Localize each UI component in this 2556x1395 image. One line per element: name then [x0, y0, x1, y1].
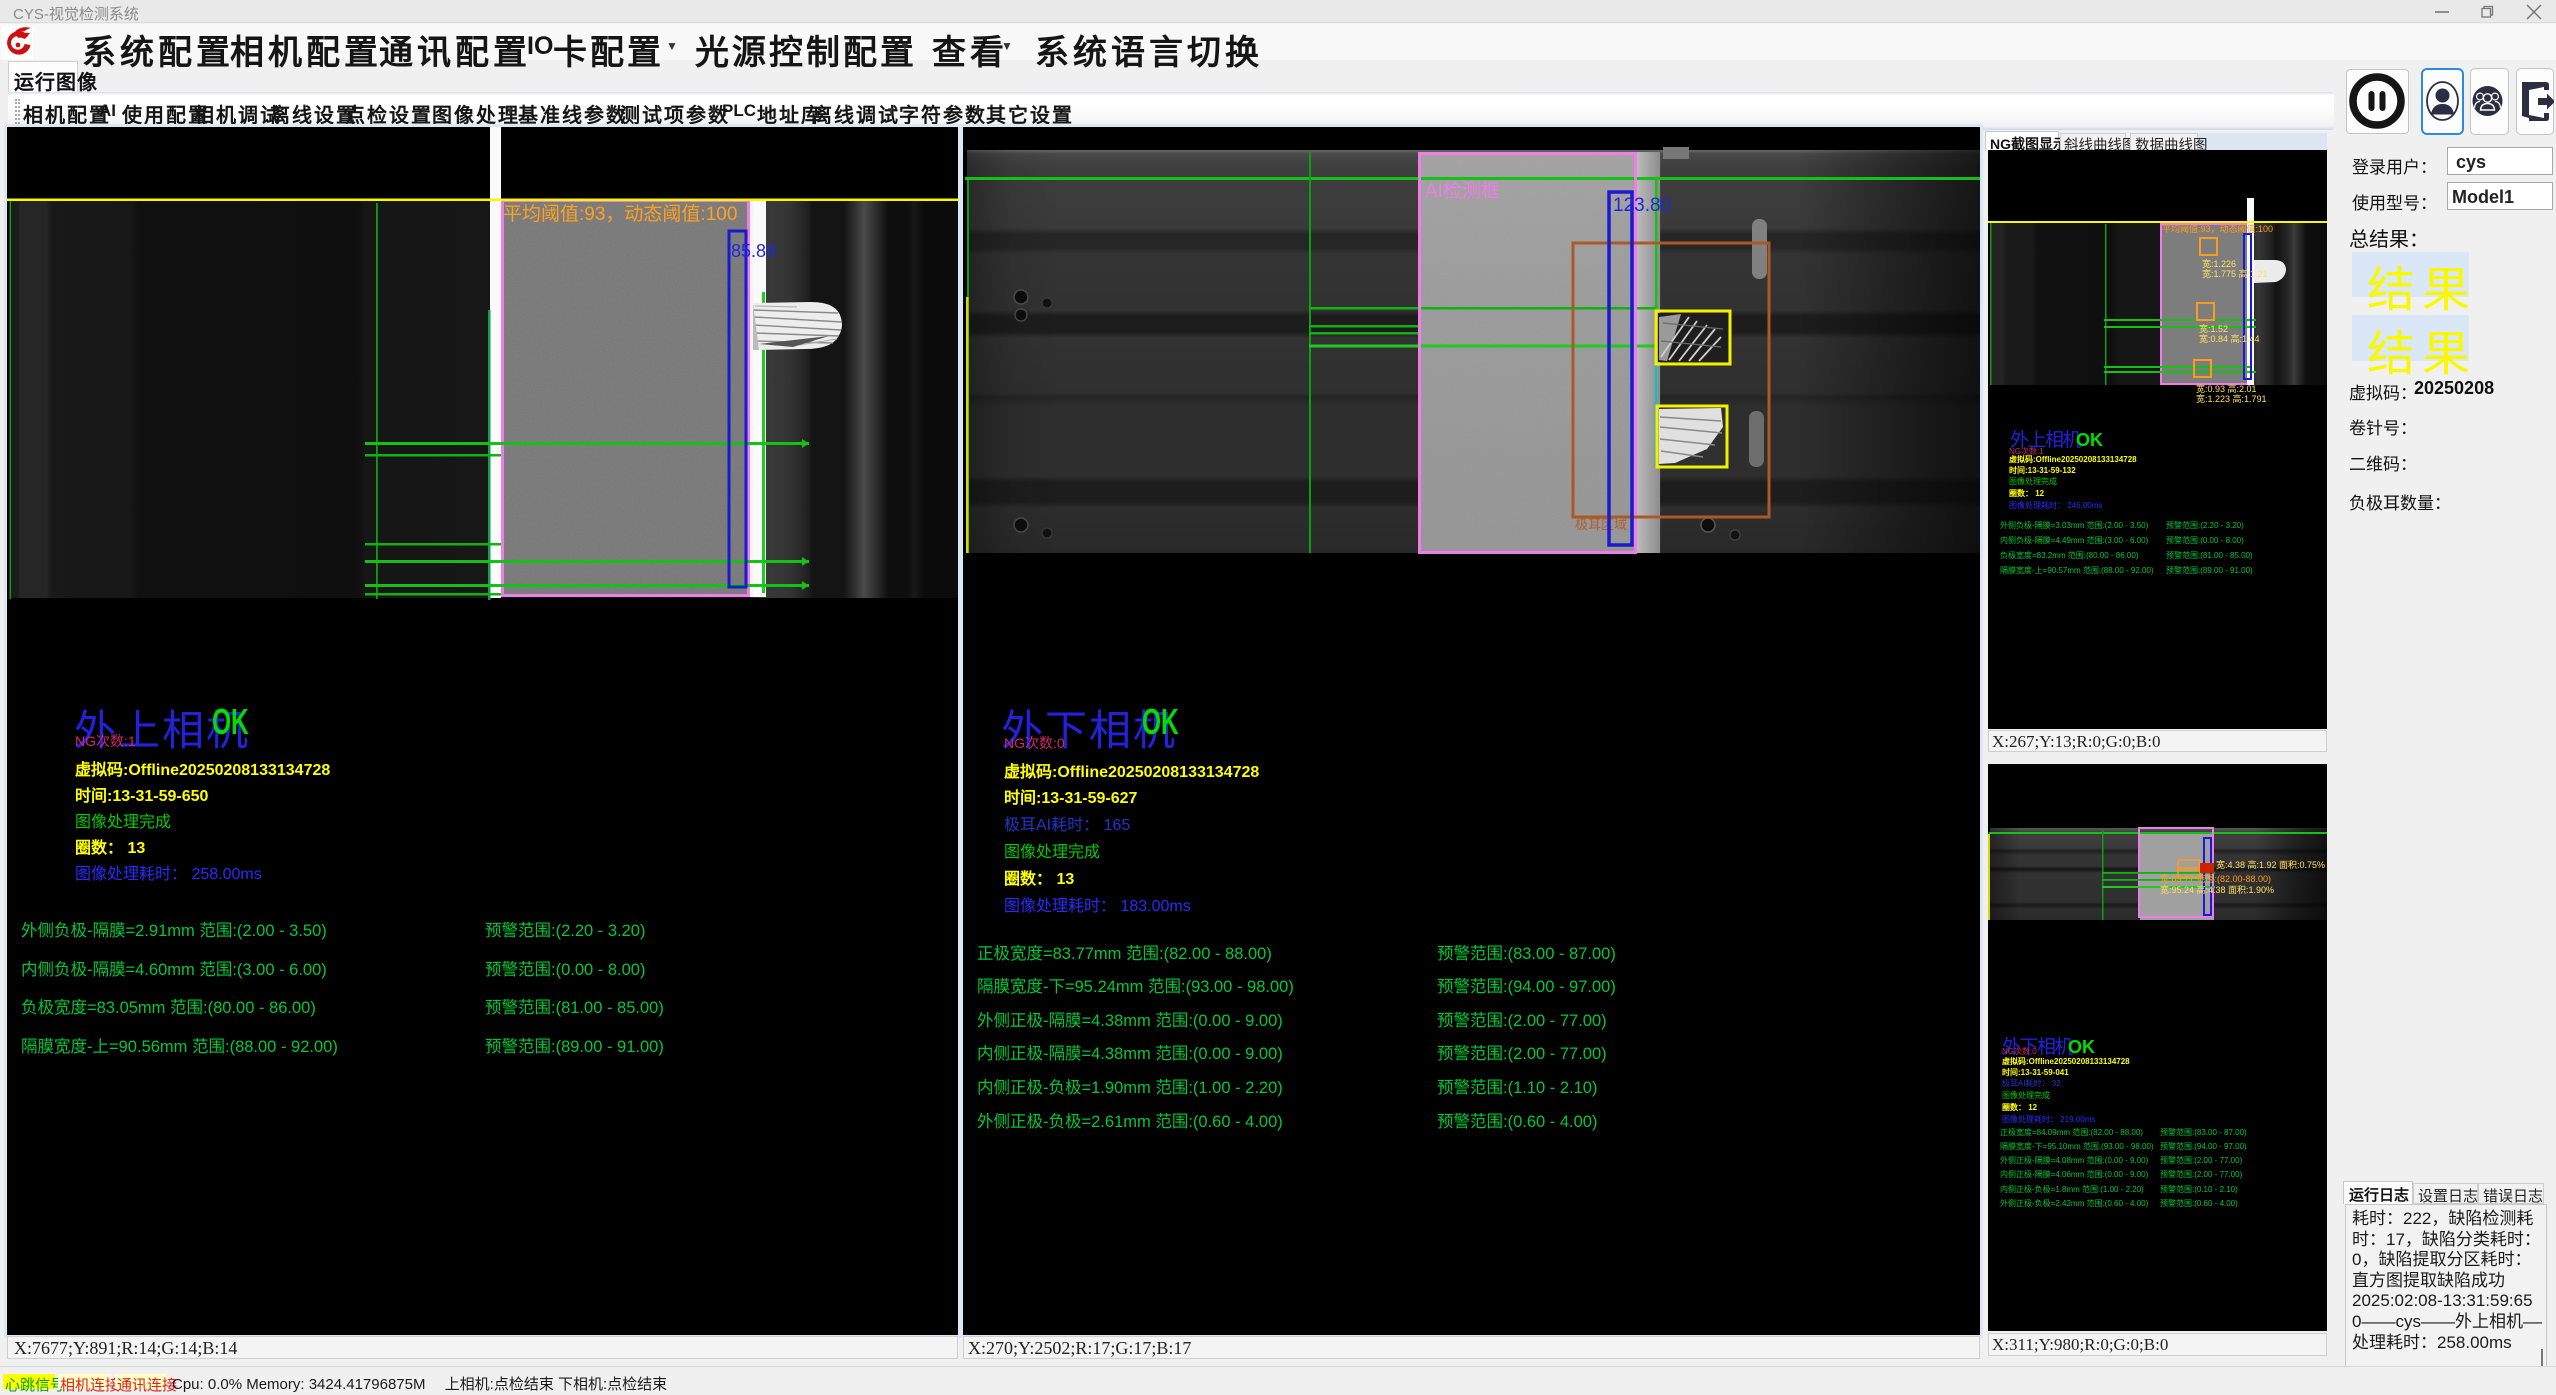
svg-text:图像处理完成: 图像处理完成: [2009, 476, 2057, 486]
svg-text:外侧正极-负极=2.42mm 范围:(0.60 - 4.00: 外侧正极-负极=2.42mm 范围:(0.60 - 4.00): [2000, 1198, 2149, 1208]
svg-text:宽:1.775 高:1.21: 宽:1.775 高:1.21: [2202, 268, 2268, 279]
svg-text:宽:1.52: 宽:1.52: [2199, 323, 2228, 334]
svg-text:宽:1.223 高:1.791: 宽:1.223 高:1.791: [2196, 393, 2267, 404]
svg-text:预警范围:(94.00 - 97.00): 预警范围:(94.00 - 97.00): [2160, 1141, 2247, 1151]
svg-text:极耳区域: 极耳区域: [1575, 517, 1627, 532]
svg-text:虚拟码:Offline20250208133134728: 虚拟码:Offline20250208133134728: [2002, 1056, 2130, 1066]
svg-text:隔膜宽度-上=90.57mm 范围:(88.00 - 92.: 隔膜宽度-上=90.57mm 范围:(88.00 - 92.00): [2000, 565, 2154, 575]
svg-text:OK: OK: [2068, 1037, 2095, 1057]
svg-text:内侧正极-隔膜=4.06mm 范围:(0.00 - 9.00: 内侧正极-隔膜=4.06mm 范围:(0.00 - 9.00): [2000, 1169, 2149, 1179]
svg-text:宽:4.38 高:1.92 面积:0.75%: 宽:4.38 高:1.92 面积:0.75%: [2216, 859, 2325, 870]
svg-text:平均阈值:93，动态阈值:100: 平均阈值:93，动态阈值:100: [503, 203, 737, 225]
svg-text:圈数： 12: 圈数： 12: [2009, 488, 2045, 498]
svg-text:宽:0.84 高:1.44: 宽:0.84 高:1.44: [2199, 333, 2260, 344]
svg-text:负极宽度=83.2mm 范围:(80.00 - 86.00): 负极宽度=83.2mm 范围:(80.00 - 86.00): [2000, 550, 2139, 560]
svg-text:圈数： 12: 圈数： 12: [2002, 1102, 2038, 1112]
svg-text:正极宽度=84.09mm 范围:(82.00 - 88.00: 正极宽度=84.09mm 范围:(82.00 - 88.00): [2000, 1127, 2143, 1137]
svg-text:隔膜宽度-下=95.10mm 范围:(93.00 - 98.: 隔膜宽度-下=95.10mm 范围:(93.00 - 98.00): [2000, 1141, 2154, 1151]
svg-text:宽:95.24 高:4.38 面积:1.90%: 宽:95.24 高:4.38 面积:1.90%: [2160, 884, 2274, 895]
svg-text:NG次数:0: NG次数:0: [2002, 1046, 2037, 1056]
svg-text:预警范围:(89.00 - 91.00): 预警范围:(89.00 - 91.00): [2166, 565, 2253, 575]
svg-text:预警范围:(2.00 - 77.00): 预警范围:(2.00 - 77.00): [2160, 1155, 2243, 1165]
svg-text:预警范围:(81.00 - 85.00): 预警范围:(81.00 - 85.00): [2166, 550, 2253, 560]
svg-text:内侧正极-负极=1.8mm 范围:(1.00 - 2.20): 内侧正极-负极=1.8mm 范围:(1.00 - 2.20): [2000, 1184, 2144, 1194]
svg-text:AI检测框: AI检测框: [1425, 180, 1500, 202]
svg-text:内侧负极-隔膜=4.49mm 范围:(3.00 - 6.00: 内侧负极-隔膜=4.49mm 范围:(3.00 - 6.00): [2000, 535, 2149, 545]
svg-text:外侧负极-隔膜=3.03mm 范围:(2.00 - 3.50: 外侧负极-隔膜=3.03mm 范围:(2.00 - 3.50): [2000, 520, 2149, 530]
svg-text:宽:1.226: 宽:1.226: [2202, 258, 2236, 269]
svg-text:时间:13-31-59-132: 时间:13-31-59-132: [2009, 465, 2076, 475]
svg-text:宽:0.93 高:2.01: 宽:0.93 高:2.01: [2196, 383, 2257, 394]
svg-text:预警范围:(0.60 - 4.00): 预警范围:(0.60 - 4.00): [2160, 1198, 2238, 1208]
svg-text:虚拟码:Offline20250208133134728: 虚拟码:Offline20250208133134728: [2009, 454, 2137, 464]
svg-text:85.88: 85.88: [731, 241, 776, 261]
svg-text:预警范围:(2.20 - 3.20): 预警范围:(2.20 - 3.20): [2166, 520, 2244, 530]
svg-text:预警范围:(83.00 - 87.00): 预警范围:(83.00 - 87.00): [2160, 1127, 2247, 1137]
svg-text:图像处理完成: 图像处理完成: [2002, 1090, 2050, 1100]
svg-text:极耳AI耗时： 32: 极耳AI耗时： 32: [2002, 1078, 2061, 1088]
svg-text:时间:13-31-59-041: 时间:13-31-59-041: [2002, 1067, 2069, 1077]
svg-text:外侧正极-隔膜=4.08mm 范围:(0.00 - 9.00: 外侧正极-隔膜=4.08mm 范围:(0.00 - 9.00): [2000, 1155, 2149, 1165]
svg-text:预警范围:(2.00 - 77.00): 预警范围:(2.00 - 77.00): [2160, 1169, 2243, 1179]
svg-text:图像处理耗时： 246.00ms: 图像处理耗时： 246.00ms: [2009, 500, 2102, 510]
svg-text:OK: OK: [2076, 430, 2103, 450]
svg-text:宽:83.77 范围:(82.00-88.00): 宽:83.77 范围:(82.00-88.00): [2160, 873, 2271, 884]
svg-text:图像处理耗时： 219.00ms: 图像处理耗时： 219.00ms: [2002, 1114, 2095, 1124]
svg-text:预警范围:(0.00 - 8.00): 预警范围:(0.00 - 8.00): [2166, 535, 2244, 545]
svg-text:预警范围:(0.10 - 2.10): 预警范围:(0.10 - 2.10): [2160, 1184, 2238, 1194]
svg-text:123.80: 123.80: [1613, 195, 1671, 216]
svg-text:平均阈值:93，动态阈值:100: 平均阈值:93，动态阈值:100: [2162, 223, 2273, 234]
